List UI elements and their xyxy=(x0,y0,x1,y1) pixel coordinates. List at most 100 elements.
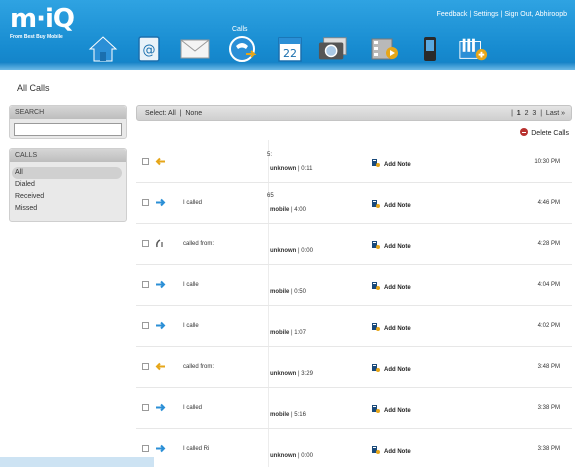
call-duration: 0:00 xyxy=(301,453,313,459)
top-links: Feedback | Settings | Sign Out, Abhiroopb xyxy=(436,11,567,18)
select-none-link[interactable]: None xyxy=(185,110,202,117)
add-note-button[interactable]: Add Note xyxy=(372,446,411,455)
dialed-call-icon xyxy=(155,198,166,207)
delete-icon xyxy=(520,128,529,136)
call-type-duration: unknown | 0:11 xyxy=(270,166,313,172)
filter-all[interactable]: All xyxy=(12,167,122,179)
row-checkbox[interactable] xyxy=(142,404,149,411)
call-row[interactable]: I calle mobile | 0:50 Add Note 4:04 PM xyxy=(136,265,572,306)
contacts-icon[interactable]: @ xyxy=(134,34,164,64)
row-checkbox[interactable] xyxy=(142,199,149,206)
settings-link[interactable]: Settings xyxy=(473,11,498,18)
select-all-link[interactable]: All xyxy=(168,110,176,117)
miq-logo[interactable]: m·iQ From Best Buy Mobile xyxy=(10,6,75,48)
call-type-duration: mobile | 0:50 xyxy=(270,289,306,295)
filter-dialed[interactable]: Dialed xyxy=(10,179,126,191)
groups-icon[interactable] xyxy=(458,34,488,64)
call-duration: 0:50 xyxy=(294,289,306,295)
call-row[interactable]: called from: unknown | 3:29 Add Note 3:48 P… xyxy=(136,347,572,388)
row-checkbox[interactable] xyxy=(142,322,149,329)
last-page-link[interactable]: Last » xyxy=(546,110,565,117)
dialed-call-icon xyxy=(155,321,166,330)
call-row[interactable]: I called mobile | 5:16 Add Note 3:38 PM xyxy=(136,388,572,429)
videos-icon[interactable] xyxy=(370,34,400,64)
call-description: I calle xyxy=(183,323,199,329)
call-time: 10:30 PM xyxy=(534,159,560,165)
page-2-link[interactable]: 2 xyxy=(525,110,529,117)
add-note-button[interactable]: Add Note xyxy=(372,200,411,209)
add-note-button[interactable]: Add Note xyxy=(372,159,411,168)
select-label: Select: xyxy=(145,110,167,117)
call-row[interactable]: 5: unknown | 0:11 Add Note 10:30 PM xyxy=(136,142,572,183)
call-description: I called Ri xyxy=(183,446,210,452)
call-description: I calle xyxy=(183,282,199,288)
logo-tagline: From Best Buy Mobile xyxy=(10,34,63,40)
add-note-button[interactable]: Add Note xyxy=(372,405,411,414)
call-type-duration: mobile | 5:16 xyxy=(270,412,306,418)
call-row[interactable]: I calle mobile | 1:07 Add Note 4:02 PM xyxy=(136,306,572,347)
dialed-call-icon xyxy=(155,280,166,289)
calendar-icon[interactable]: 22 xyxy=(275,34,305,64)
svg-text:@: @ xyxy=(143,43,156,58)
search-input[interactable] xyxy=(14,123,122,136)
call-row[interactable]: I called 65 mobile | 4:00 Add Note 4:46 PM xyxy=(136,183,572,224)
photos-icon[interactable] xyxy=(318,34,348,64)
note-icon xyxy=(372,446,380,454)
call-type: mobile xyxy=(270,412,290,418)
feedback-link[interactable]: Feedback xyxy=(437,11,468,18)
search-panel: SEARCH xyxy=(9,105,127,139)
row-checkbox[interactable] xyxy=(142,445,149,452)
add-note-label: Add Note xyxy=(384,285,411,291)
page-1-link[interactable]: 1 xyxy=(517,110,521,117)
call-type-duration: unknown | 0:00 xyxy=(270,453,313,459)
active-nav-label: Calls xyxy=(232,26,248,33)
calls-icon[interactable] xyxy=(228,34,258,64)
call-type-duration: unknown | 3:29 xyxy=(270,371,313,377)
add-note-button[interactable]: Add Note xyxy=(372,282,411,291)
call-duration: 1:07 xyxy=(294,330,306,336)
call-duration: 0:00 xyxy=(301,248,313,254)
call-description: called from: xyxy=(183,241,215,247)
app-root: m·iQ From Best Buy Mobile Feedback | Setti… xyxy=(0,0,575,467)
messages-icon[interactable] xyxy=(180,34,210,64)
row-checkbox[interactable] xyxy=(142,240,149,247)
call-row[interactable]: I called Ri unknown | 0:00 Add Note 3:38 PM xyxy=(136,429,572,467)
call-type: mobile xyxy=(270,330,290,336)
footer-strip xyxy=(0,457,154,467)
row-checkbox[interactable] xyxy=(142,158,149,165)
call-type: unknown xyxy=(270,453,297,459)
pager: | 1 2 3 | Last » xyxy=(511,110,565,117)
calendar-day: 22 xyxy=(283,47,297,60)
row-checkbox[interactable] xyxy=(142,281,149,288)
delete-calls-button[interactable]: Delete Calls xyxy=(520,128,569,137)
search-panel-title: SEARCH xyxy=(10,106,126,119)
note-icon xyxy=(372,241,380,249)
home-icon[interactable] xyxy=(88,34,118,64)
phone-icon[interactable] xyxy=(415,34,445,64)
dialed-call-icon xyxy=(155,444,166,453)
add-note-button[interactable]: Add Note xyxy=(372,241,411,250)
note-icon xyxy=(372,364,380,372)
page-3-link[interactable]: 3 xyxy=(532,110,536,117)
filter-missed[interactable]: Missed xyxy=(10,203,126,215)
sign-out-link[interactable]: Sign Out, Abhiroopb xyxy=(504,11,567,18)
call-time: 4:04 PM xyxy=(537,282,560,288)
call-type-duration: mobile | 4:00 xyxy=(270,207,306,213)
calls-filter-panel: CALLS All Dialed Received Missed xyxy=(9,148,127,222)
call-type: mobile xyxy=(270,289,290,295)
call-description: called from: xyxy=(183,364,215,370)
call-time: 3:38 PM xyxy=(537,405,560,411)
filter-received[interactable]: Received xyxy=(10,191,126,203)
add-note-button[interactable]: Add Note xyxy=(372,323,411,332)
call-row[interactable]: called from: unknown | 0:00 Add Note 4:28 P… xyxy=(136,224,572,265)
note-icon xyxy=(372,405,380,413)
add-note-button[interactable]: Add Note xyxy=(372,364,411,373)
call-duration: 0:11 xyxy=(301,166,313,172)
missed-call-icon xyxy=(155,239,166,248)
call-type: unknown xyxy=(270,166,297,172)
received-call-icon xyxy=(155,157,166,166)
row-checkbox[interactable] xyxy=(142,363,149,370)
call-time: 3:48 PM xyxy=(537,364,560,370)
calls-panel-title: CALLS xyxy=(10,149,126,162)
dialed-call-icon xyxy=(155,403,166,412)
